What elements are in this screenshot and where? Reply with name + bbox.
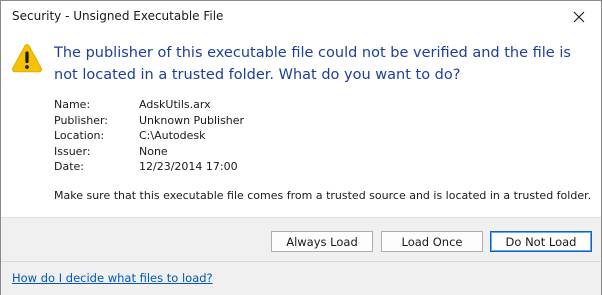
detail-value: 12/23/2014 17:00 xyxy=(139,160,238,173)
detail-value: C:\Autodesk xyxy=(139,129,206,142)
always-load-button[interactable]: Always Load xyxy=(271,231,373,252)
detail-label: Issuer: xyxy=(54,144,91,158)
security-dialog: Security - Unsigned Executable File The … xyxy=(0,0,602,295)
detail-label: Publisher: xyxy=(54,113,109,127)
detail-label: Date: xyxy=(54,160,84,173)
detail-label: Name: xyxy=(54,98,91,111)
do-not-load-button[interactable]: Do Not Load xyxy=(490,231,592,252)
close-button[interactable] xyxy=(559,1,599,33)
detail-value: None xyxy=(139,144,168,158)
dialog-footer: Always Load Load Once Do Not Load How do… xyxy=(1,217,601,295)
help-link[interactable]: How do I decide what files to load? xyxy=(12,271,213,285)
detail-value: AdskUtils.arx xyxy=(139,98,211,111)
trust-note: Make sure that this executable file come… xyxy=(54,189,592,202)
load-once-button[interactable]: Load Once xyxy=(381,231,483,252)
close-icon xyxy=(573,11,585,23)
warning-icon xyxy=(11,44,43,73)
footer-divider xyxy=(1,261,601,262)
detail-label: Location: xyxy=(54,129,105,142)
detail-value: Unknown Publisher xyxy=(139,113,245,127)
window-title: Security - Unsigned Executable File xyxy=(12,9,224,23)
title-bar: Security - Unsigned Executable File xyxy=(1,1,601,33)
dialog-heading: The publisher of this executable file co… xyxy=(54,45,571,83)
